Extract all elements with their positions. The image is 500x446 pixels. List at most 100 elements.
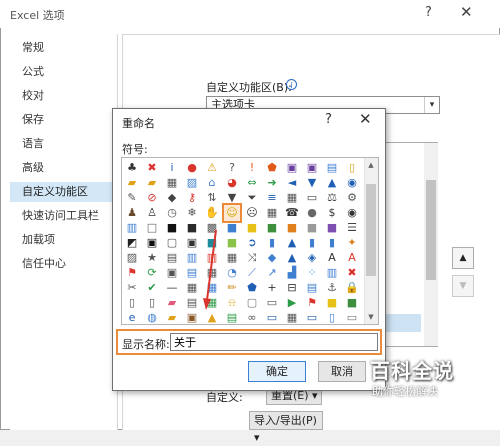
- chart-icon[interactable]: ▤: [164, 250, 180, 266]
- bars-icon[interactable]: ▮: [264, 235, 280, 251]
- flag-red-icon[interactable]: ⚑: [304, 295, 320, 311]
- keyboard-icon[interactable]: ▭: [264, 295, 280, 311]
- square-orange-icon[interactable]: ■: [284, 220, 300, 236]
- arrow-down-icon[interactable]: ▼: [304, 175, 320, 191]
- grid-small-icon[interactable]: ▦: [184, 280, 200, 296]
- document-blank-icon[interactable]: ▯: [344, 160, 360, 176]
- lock-icon[interactable]: 🔒: [344, 280, 360, 296]
- chart-area-icon[interactable]: ▟: [284, 265, 300, 281]
- neutral-face-icon[interactable]: ☹: [244, 205, 260, 221]
- pencil-icon[interactable]: ✏: [224, 280, 240, 296]
- table-green-icon[interactable]: ▦: [204, 295, 220, 311]
- frame-black-icon[interactable]: ▣: [144, 235, 160, 251]
- printer-icon[interactable]: ▦: [164, 175, 180, 191]
- arrows-lr-icon[interactable]: ⇔: [244, 175, 260, 191]
- square-green2-icon[interactable]: ■: [344, 295, 360, 311]
- scroll-down-icon[interactable]: ▼: [364, 311, 378, 323]
- folders-icon[interactable]: ▰: [124, 175, 140, 191]
- globe-icon[interactable]: ◍: [144, 310, 160, 326]
- bars-left-icon[interactable]: ▮: [304, 235, 320, 251]
- slides-icon[interactable]: ▤: [184, 265, 200, 281]
- arrow-circle-icon[interactable]: ➲: [244, 235, 260, 251]
- check-icon[interactable]: ✔: [144, 280, 160, 296]
- calendar-icon[interactable]: ▦: [284, 310, 300, 326]
- eraser-icon[interactable]: ▰: [164, 295, 180, 311]
- square-blue-icon[interactable]: ■: [224, 220, 240, 236]
- image-gray-icon[interactable]: ▨: [124, 250, 140, 266]
- play-icon[interactable]: ▶: [284, 295, 300, 311]
- square-white-icon[interactable]: □: [144, 220, 160, 236]
- scale-icon[interactable]: ⚖: [324, 190, 340, 206]
- pie-icon[interactable]: ◕: [224, 175, 240, 191]
- lamp-icon[interactable]: ▲: [204, 310, 220, 326]
- filter-icon[interactable]: ▼: [224, 190, 240, 206]
- square-purple-icon[interactable]: ■: [324, 220, 340, 236]
- page-blue-icon[interactable]: ▯: [324, 310, 340, 326]
- hand-icon[interactable]: ✋: [204, 205, 220, 221]
- grid-blue-icon[interactable]: ▦: [204, 280, 220, 296]
- circle-arrow-icon[interactable]: ◉: [344, 175, 360, 191]
- plus-icon[interactable]: +: [264, 280, 280, 296]
- people-icon[interactable]: ♙: [144, 205, 160, 221]
- square-lime-icon[interactable]: ■: [224, 235, 240, 251]
- gear-icon[interactable]: ⚙: [344, 190, 360, 206]
- tools-icon[interactable]: ✂: [124, 280, 140, 296]
- bell-icon[interactable]: ⍾: [224, 295, 240, 311]
- bars-right-icon[interactable]: ▮: [324, 235, 340, 251]
- cone-icon[interactable]: ▲: [284, 250, 300, 266]
- text-a-icon[interactable]: A: [324, 250, 340, 266]
- square-teal-icon[interactable]: ■: [204, 235, 220, 251]
- sidebar-item[interactable]: 加载项: [10, 230, 118, 250]
- cube-icon[interactable]: ■: [184, 220, 200, 236]
- snowflake-icon[interactable]: ❄: [184, 205, 200, 221]
- box-brown-icon[interactable]: ▣: [184, 310, 200, 326]
- sidebar-item[interactable]: 信任中心: [10, 254, 118, 274]
- chevron-down-icon[interactable]: ▾: [424, 97, 439, 113]
- dollar-icon[interactable]: $: [324, 205, 340, 221]
- arrow-right-icon[interactable]: ➜: [264, 175, 280, 191]
- minus-icon[interactable]: —: [164, 280, 180, 296]
- info-icon[interactable]: i: [164, 160, 180, 176]
- warning-icon[interactable]: ⚠: [204, 160, 220, 176]
- chart-grid-icon[interactable]: ▦: [224, 250, 240, 266]
- triangle-icon[interactable]: ▲: [284, 235, 300, 251]
- square-black-icon[interactable]: ■: [164, 220, 180, 236]
- move-up-button[interactable]: ▲: [452, 247, 474, 269]
- phone-icon[interactable]: ☎: [284, 205, 300, 221]
- grid-icon[interactable]: ▦: [284, 190, 300, 206]
- floppy-edit-icon[interactable]: ▣: [304, 160, 320, 176]
- cancel-button[interactable]: 取消: [318, 361, 366, 382]
- square-dot-icon[interactable]: ▣: [184, 235, 200, 251]
- house-icon[interactable]: ⌂: [204, 175, 220, 191]
- org-chart-icon[interactable]: ♣: [124, 160, 140, 176]
- calculator-icon[interactable]: ▦: [264, 205, 280, 221]
- display-name-input[interactable]: [170, 333, 378, 351]
- letter-a-icon[interactable]: A: [344, 250, 360, 266]
- palette-icon[interactable]: ▥: [124, 220, 140, 236]
- sparkle-icon[interactable]: ✦: [344, 235, 360, 251]
- chart-column-icon[interactable]: ▥: [204, 250, 220, 266]
- chart-up-icon[interactable]: ↗: [264, 265, 280, 281]
- chart-bars-icon[interactable]: ▥: [184, 250, 200, 266]
- grid-fill-icon[interactable]: ▩: [204, 220, 220, 236]
- shield-blue-icon[interactable]: ⬟: [244, 280, 260, 296]
- cycle-icon[interactable]: ⟳: [144, 265, 160, 281]
- window-blue-icon[interactable]: ▭: [304, 310, 320, 326]
- sidebar-item[interactable]: 语言: [10, 134, 118, 154]
- import-export-button[interactable]: 导入/导出(P) ▾: [249, 411, 323, 444]
- forbidden-icon[interactable]: ⊘: [144, 190, 160, 206]
- person-icon[interactable]: ♟: [124, 205, 140, 221]
- sidebar-item[interactable]: 快速访问工具栏: [10, 206, 118, 226]
- tag-icon[interactable]: ◆: [164, 190, 180, 206]
- chart-line-icon[interactable]: ⟋: [244, 265, 260, 281]
- chart-bar-icon[interactable]: ▥: [324, 265, 340, 281]
- box-icon[interactable]: ▣: [164, 265, 180, 281]
- scroll-up-icon[interactable]: ▲: [364, 159, 378, 171]
- page-fold-icon[interactable]: ▯: [144, 295, 160, 311]
- piggy-bank-icon[interactable]: ●: [304, 205, 320, 221]
- help-icon[interactable]: ?: [325, 112, 332, 127]
- chart-pie-icon[interactable]: ◔: [224, 265, 240, 281]
- sidebar-item[interactable]: 保存: [10, 110, 118, 130]
- sidebar-item[interactable]: 校对: [10, 86, 118, 106]
- question-icon[interactable]: ?: [224, 160, 240, 176]
